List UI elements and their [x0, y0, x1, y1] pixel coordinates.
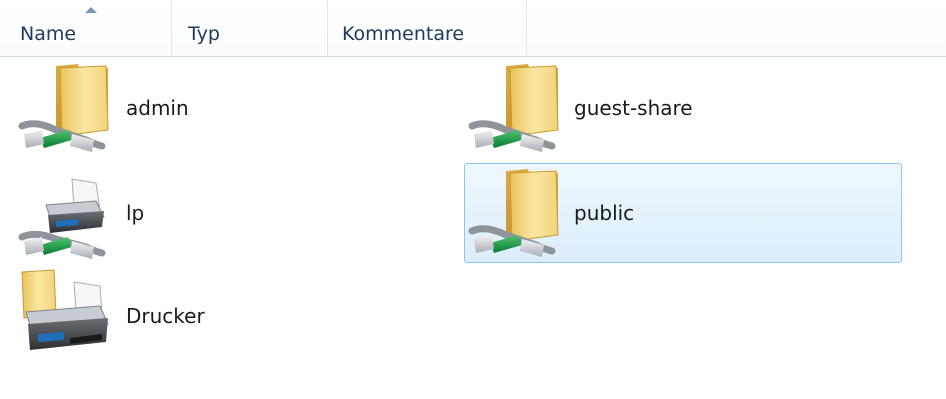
column-header-typ[interactable]: Typ: [172, 0, 328, 56]
item-label: lp: [126, 201, 145, 225]
network-folder-icon: [468, 64, 559, 152]
column-header-filler: [527, 0, 946, 56]
list-item-public[interactable]: public: [464, 163, 902, 263]
column-header-kommentar[interactable]: Kommentare: [328, 0, 527, 56]
network-folder-icon: [468, 169, 559, 257]
list-item-admin[interactable]: admin: [14, 58, 444, 158]
list-item-drucker[interactable]: Drucker: [14, 266, 444, 366]
item-label: guest-share: [574, 96, 693, 120]
file-explorer-view: Name Typ Kommentare admin guest-share lp…: [0, 0, 946, 399]
item-label: admin: [126, 96, 189, 120]
column-typ-label: Typ: [188, 23, 220, 45]
column-header-bar: Name Typ Kommentare: [0, 0, 946, 57]
network-printer-icon: [18, 178, 106, 259]
sort-ascending-icon: [85, 7, 97, 13]
column-name-label: Name: [20, 23, 77, 45]
list-item-lp[interactable]: lp: [14, 163, 444, 263]
column-kommentar-label: Kommentare: [342, 23, 465, 45]
item-label: Drucker: [126, 304, 205, 328]
item-label: public: [574, 201, 635, 225]
printers-folder-icon: [21, 269, 109, 350]
column-header-name[interactable]: Name: [0, 0, 172, 56]
network-folder-icon: [18, 64, 109, 152]
list-item-guest-share[interactable]: guest-share: [464, 58, 904, 158]
